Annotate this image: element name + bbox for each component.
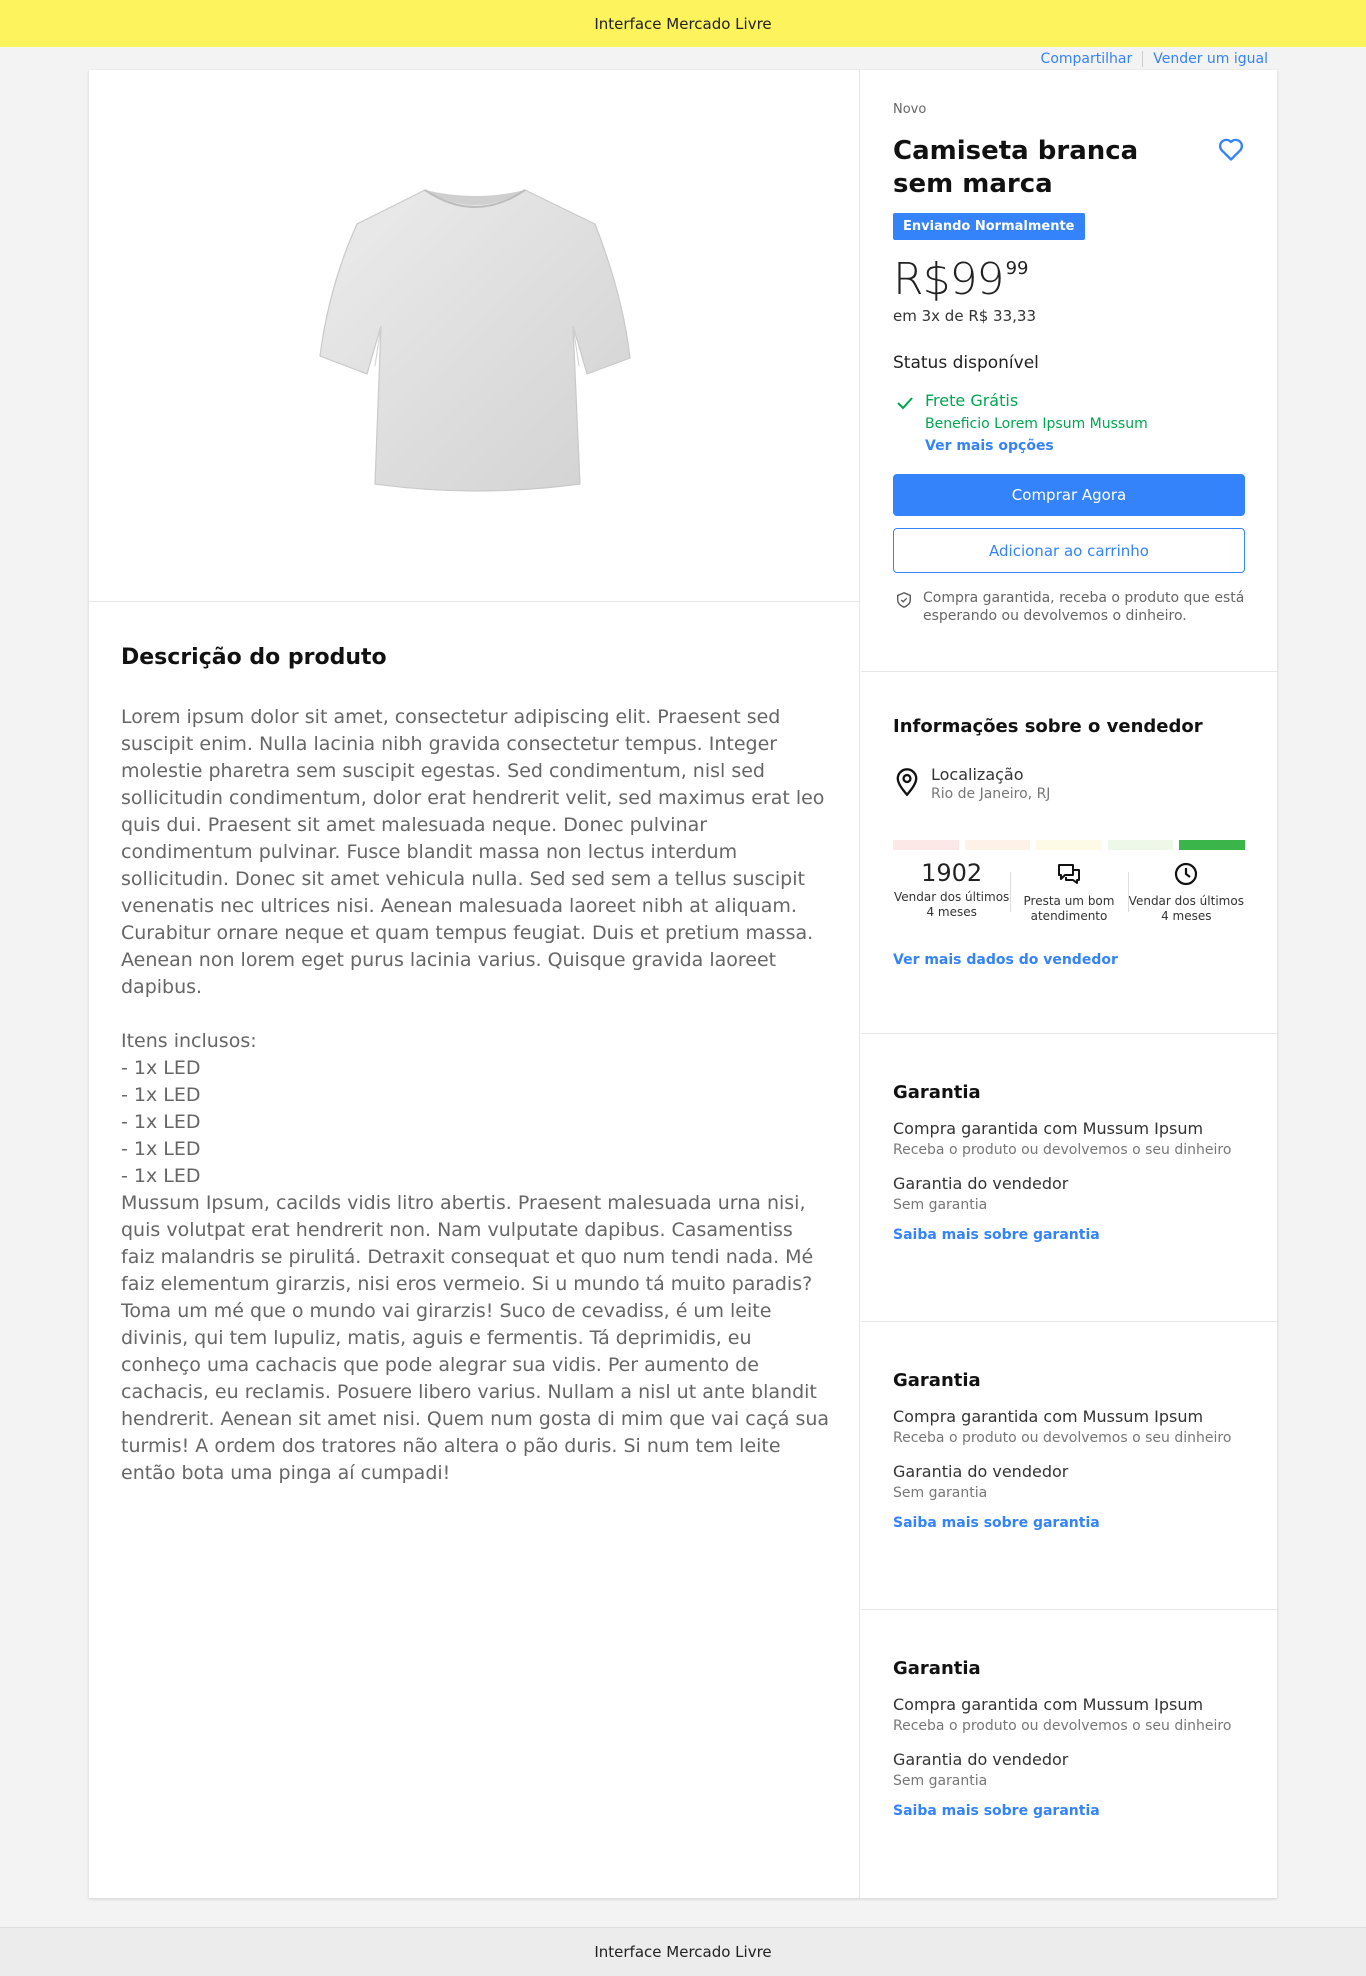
delivery-label: Vendar dos últimos 4 meses (1128, 894, 1244, 923)
warranty-seller-sub: Sem garantia (893, 1485, 988, 1501)
tshirt-image[interactable] (305, 176, 645, 496)
header-title: Interface Mercado Livre (594, 14, 772, 33)
product-condition: Novo (893, 102, 927, 117)
more-shipping-options-link[interactable]: Ver mais opções (925, 438, 1245, 454)
shipping-status-badge: Enviando Normalmente (893, 213, 1085, 240)
clock-icon (1175, 862, 1198, 886)
warranty-purchase-sub: Receba o produto ou devolvemos o seu din… (893, 1142, 1232, 1158)
reputation-level-3 (1036, 840, 1102, 850)
warranty-purchase-sub: Receba o produto ou devolvemos o seu din… (893, 1718, 1232, 1734)
warranty-purchase-title: Compra garantida com Mussum Ipsum (893, 1695, 1204, 1714)
warranty-purchase: Compra garantida com Mussum Ipsum Receba… (893, 1119, 1245, 1158)
price-cents: 99 (1005, 258, 1029, 279)
reputation-level-4 (1107, 840, 1174, 850)
check-icon (897, 397, 913, 410)
service-stat: Presta um bom atendimento (1010, 858, 1127, 924)
favorite-heart-icon[interactable] (1217, 135, 1245, 163)
warranty-seller: Garantia do vendedor Sem garantia (893, 1174, 1245, 1213)
warranty-more-link[interactable]: Saiba mais sobre garantia (893, 1803, 1245, 1819)
warranty-section-2: Garantia Compra garantida com Mussum Ips… (861, 1322, 1277, 1610)
add-to-cart-button[interactable]: Adicionar ao carrinho (893, 528, 1245, 573)
seller-title: Informações sobre o vendedor (893, 716, 1203, 737)
warranty-seller-title: Garantia do vendedor (893, 1174, 1069, 1193)
sales-stat: 1902 Vendar dos últimos 4 meses (893, 858, 1010, 924)
product-gallery (89, 70, 860, 602)
footer-text: Interface Mercado Livre (594, 1943, 772, 1961)
title-row: Camiseta branca sem marca (893, 135, 1245, 201)
reputation-level-5 (1179, 840, 1245, 850)
warranty-purchase-title: Compra garantida com Mussum Ipsum (893, 1407, 1204, 1426)
left-column: Descrição do produto Lorem ipsum dolor s… (89, 70, 860, 1898)
share-link[interactable]: Compartilhar (1031, 51, 1143, 67)
sell-similar-link[interactable]: Vender um igual (1142, 51, 1278, 67)
chat-icon (1057, 864, 1080, 884)
footer: Interface Mercado Livre (0, 1927, 1366, 1976)
product-card: Descrição do produto Lorem ipsum dolor s… (89, 70, 1277, 1898)
location-value: Rio de Janeiro, RJ (931, 786, 1051, 802)
service-label: Presta um bom atendimento (1023, 894, 1115, 923)
shipping-info: Frete Grátis Beneficio Lorem Ipsum Mussu… (893, 391, 1245, 454)
reputation-thermometer (893, 840, 1245, 850)
warranty-title: Garantia (893, 1082, 981, 1103)
description-text: Lorem ipsum dolor sit amet, consectetur … (121, 706, 830, 1484)
product-title: Camiseta branca sem marca (893, 136, 1139, 199)
location-label: Localização (931, 765, 1024, 784)
warranty-section-3: Garantia Compra garantida com Mussum Ips… (861, 1610, 1277, 1898)
warranty-more-link[interactable]: Saiba mais sobre garantia (893, 1515, 1245, 1531)
top-links: Compartilhar Vender um igual (1031, 51, 1278, 67)
installments: em 3x de R$ 33,33 (893, 307, 1036, 325)
seller-info: Informações sobre o vendedor Localização… (861, 672, 1277, 1034)
warranty-title: Garantia (893, 1658, 981, 1679)
shipping-benefit: Beneficio Lorem Ipsum Mussum (925, 416, 1148, 432)
reputation-level-2 (964, 840, 1031, 850)
warranty-seller-sub: Sem garantia (893, 1773, 988, 1789)
buy-box: Novo Camiseta branca sem marca Enviando … (861, 70, 1277, 672)
warranty-seller-title: Garantia do vendedor (893, 1750, 1069, 1769)
warranty-seller: Garantia do vendedor Sem garantia (893, 1462, 1245, 1501)
warranty-purchase-title: Compra garantida com Mussum Ipsum (893, 1119, 1204, 1138)
warranty-seller-title: Garantia do vendedor (893, 1462, 1069, 1481)
reputation-level-1 (893, 840, 959, 850)
sales-label: Vendar dos últimos 4 meses (894, 890, 1010, 919)
guarantee-note-text: Compra garantida, receba o produto que e… (923, 590, 1245, 624)
delivery-stat: Vendar dos últimos 4 meses (1127, 858, 1245, 924)
warranty-title: Garantia (893, 1370, 981, 1391)
seller-location: Localização Rio de Janeiro, RJ (893, 765, 1245, 802)
free-shipping-label: Frete Grátis (925, 391, 1019, 410)
top-header: Interface Mercado Livre (0, 0, 1366, 47)
description-title: Descrição do produto (121, 645, 387, 670)
warranty-purchase: Compra garantida com Mussum Ipsum Receba… (893, 1407, 1245, 1446)
price: R$99 99 (893, 254, 1245, 305)
seller-stats: 1902 Vendar dos últimos 4 meses Presta u… (893, 858, 1245, 924)
availability-status: Status disponível (893, 353, 1039, 373)
purchase-guarantee-note: Compra garantida, receba o produto que e… (893, 589, 1245, 625)
warranty-seller-sub: Sem garantia (893, 1197, 988, 1213)
product-description: Descrição do produto Lorem ipsum dolor s… (121, 645, 831, 1487)
sales-count: 1902 (921, 859, 983, 887)
warranty-purchase: Compra garantida com Mussum Ipsum Receba… (893, 1695, 1245, 1734)
price-main: R$99 (893, 254, 1005, 305)
buy-now-button[interactable]: Comprar Agora (893, 474, 1245, 516)
right-column: Novo Camiseta branca sem marca Enviando … (861, 70, 1277, 1898)
warranty-more-link[interactable]: Saiba mais sobre garantia (893, 1227, 1245, 1243)
warranty-seller: Garantia do vendedor Sem garantia (893, 1750, 1245, 1789)
warranty-section-1: Garantia Compra garantida com Mussum Ips… (861, 1034, 1277, 1322)
warranty-purchase-sub: Receba o produto ou devolvemos o seu din… (893, 1430, 1232, 1446)
shield-icon (897, 592, 911, 608)
seller-more-data-link[interactable]: Ver mais dados do vendedor (893, 952, 1245, 968)
location-pin-icon (896, 768, 918, 797)
